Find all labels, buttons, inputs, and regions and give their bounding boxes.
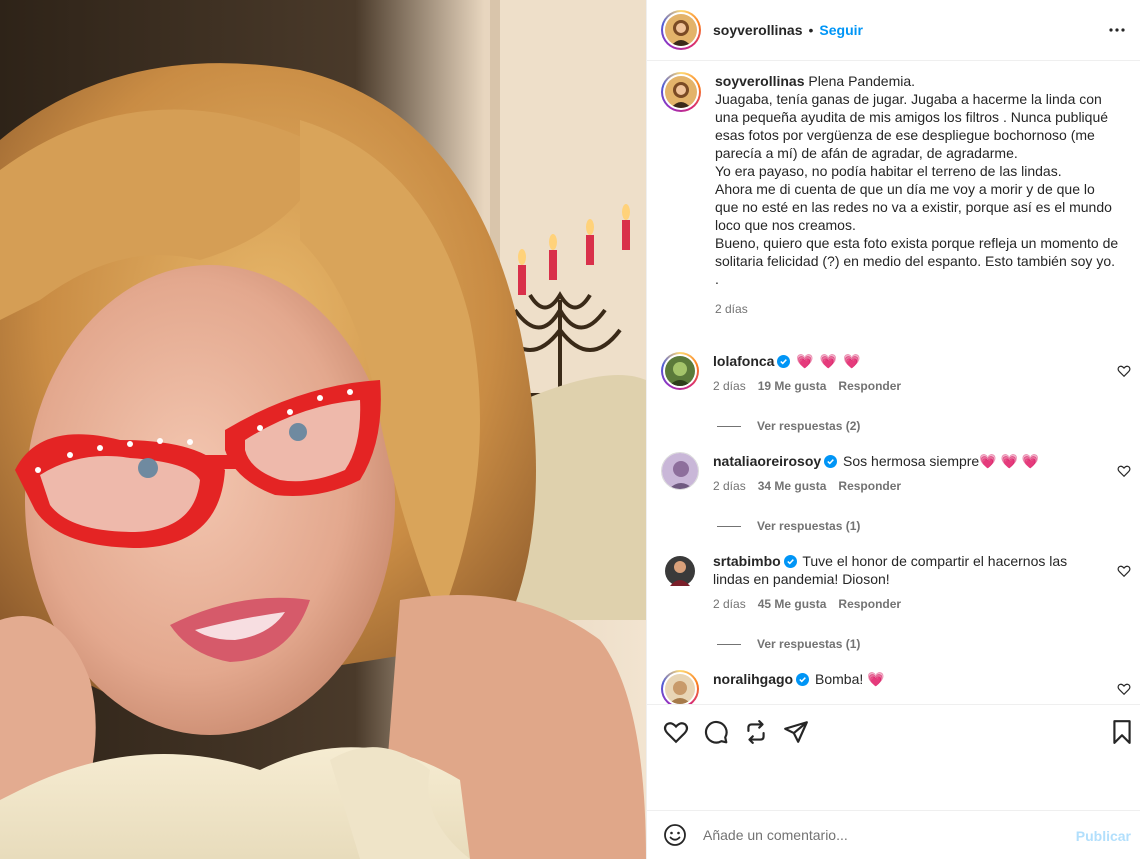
comment-input[interactable] (703, 827, 1063, 843)
comment-time[interactable]: 2 días (713, 377, 746, 395)
comment-item: lolafonca 💗 💗 💗 2 días 19 Me gusta Respo… (661, 352, 1137, 395)
post-photo[interactable] (0, 0, 646, 859)
verified-badge-icon (777, 355, 791, 368)
publish-button[interactable]: Publicar (1076, 828, 1131, 844)
add-comment-bar: Publicar (647, 810, 1140, 859)
commenter-avatar[interactable] (661, 352, 699, 390)
follow-button[interactable]: Seguir (819, 22, 863, 38)
view-replies-label: Ver respuestas (2) (757, 419, 861, 433)
caption-line: Yo era payaso, no podía habitar el terre… (715, 163, 1062, 179)
more-options-icon[interactable] (1105, 18, 1129, 42)
caption-line: Plena Pandemia. (808, 73, 916, 89)
post-side-panel: soyverollinas • Seguir soyverollinas Ple… (646, 0, 1140, 859)
comment-item: nataliaoreirosoy Sos hermosa siempre💗 💗 … (661, 452, 1137, 495)
likes-summary-area (647, 758, 1140, 810)
author-username[interactable]: soyverollinas (713, 22, 803, 38)
comment-likes[interactable]: 45 Me gusta (758, 595, 827, 613)
caption-line: Ahora me di cuenta de que un día me voy … (715, 181, 1112, 233)
comment-username[interactable]: nataliaoreirosoy (713, 453, 821, 469)
like-heart-icon[interactable] (663, 719, 689, 745)
reply-button[interactable]: Responder (838, 595, 901, 613)
instagram-post-view: soyverollinas • Seguir soyverollinas Ple… (0, 0, 1140, 859)
author-avatar[interactable] (661, 10, 701, 50)
comment-username[interactable]: lolafonca (713, 353, 774, 369)
header-separator: • (808, 22, 814, 38)
comment-time[interactable]: 2 días (713, 595, 746, 613)
post-header: soyverollinas • Seguir (647, 0, 1140, 61)
share-paper-plane-icon[interactable] (783, 719, 809, 745)
comment-text: Bomba! 💗 (815, 671, 885, 687)
caption-author-avatar[interactable] (661, 72, 701, 112)
commenter-avatar[interactable] (661, 552, 699, 590)
comment-body: srtabimbo Tuve el honor de compartir el … (713, 552, 1103, 613)
comment-username[interactable]: noralihgago (713, 671, 793, 687)
caption-body: soyverollinas Plena Pandemia. Juagaba, t… (715, 72, 1121, 318)
view-replies-button[interactable]: Ver respuestas (1) (717, 637, 860, 651)
comment-likes[interactable]: 34 Me gusta (758, 477, 827, 495)
comment-body: lolafonca 💗 💗 💗 2 días 19 Me gusta Respo… (713, 352, 1103, 395)
caption-line: Juagaba, tenía ganas de jugar. Jugaba a … (715, 91, 1109, 161)
selfie-image (0, 0, 646, 859)
post-caption: soyverollinas Plena Pandemia. Juagaba, t… (661, 72, 1131, 318)
comment-text: Sos hermosa siempre💗 💗 💗 (843, 453, 1040, 469)
verified-badge-icon (783, 555, 797, 568)
comment-username[interactable]: srtabimbo (713, 553, 781, 569)
commenter-avatar[interactable] (661, 452, 699, 490)
verified-badge-icon (824, 455, 838, 468)
view-replies-label: Ver respuestas (1) (757, 637, 861, 651)
comment-time[interactable]: 2 días (713, 477, 746, 495)
comment-body: nataliaoreirosoy Sos hermosa siempre💗 💗 … (713, 452, 1103, 495)
reply-button[interactable]: Responder (838, 477, 901, 495)
view-replies-label: Ver respuestas (1) (757, 519, 861, 533)
commenter-avatar[interactable] (661, 670, 699, 704)
view-replies-button[interactable]: Ver respuestas (2) (717, 419, 860, 433)
comment-bubble-icon[interactable] (703, 719, 729, 745)
comment-body: noralihgago Bomba! 💗 (713, 670, 1103, 704)
like-comment-heart-icon[interactable] (1117, 682, 1131, 696)
comment-item: srtabimbo Tuve el honor de compartir el … (661, 552, 1137, 613)
save-bookmark-icon[interactable] (1109, 719, 1135, 745)
caption-time[interactable]: 2 días (715, 300, 1121, 318)
caption-line: . (715, 271, 719, 287)
emoji-icon[interactable] (663, 823, 687, 847)
like-comment-heart-icon[interactable] (1117, 364, 1131, 378)
reply-button[interactable]: Responder (838, 377, 901, 395)
comment-text: 💗 💗 💗 (796, 353, 862, 369)
caption-line: Bueno, quiero que esta foto exista porqu… (715, 235, 1119, 269)
comment-item: noralihgago Bomba! 💗 (661, 670, 1137, 704)
post-action-bar (647, 704, 1140, 758)
like-comment-heart-icon[interactable] (1117, 564, 1131, 578)
verified-badge-icon (796, 673, 810, 686)
caption-username[interactable]: soyverollinas (715, 73, 805, 89)
repost-icon[interactable] (743, 719, 769, 745)
like-comment-heart-icon[interactable] (1117, 464, 1131, 478)
comment-likes[interactable]: 19 Me gusta (758, 377, 827, 395)
view-replies-button[interactable]: Ver respuestas (1) (717, 519, 860, 533)
comments-list[interactable]: soyverollinas Plena Pandemia. Juagaba, t… (647, 62, 1140, 704)
